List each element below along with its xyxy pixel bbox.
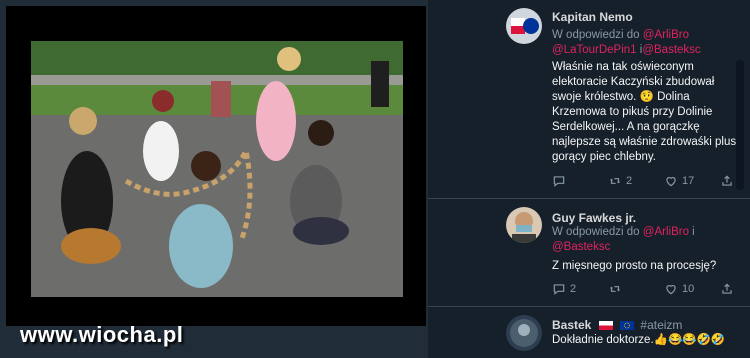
retweet-count: 2 [626, 175, 633, 187]
emoji-reaction: 👍😂😂🤣🤣 [653, 334, 726, 346]
avatar[interactable] [506, 8, 542, 44]
tweet-text: Dokładnie doktorze.👍😂😂🤣🤣 [552, 334, 726, 346]
retweet-icon [609, 286, 621, 292]
reply-button[interactable]: 2 [552, 282, 576, 296]
like-button[interactable]: 10 [664, 282, 694, 296]
divider [428, 306, 750, 307]
like-count: 17 [682, 175, 695, 187]
mention-link[interactable]: @LaTourDePin1 [552, 44, 637, 56]
retweet-button[interactable] [608, 282, 622, 296]
reply-count: 2 [570, 283, 577, 295]
scrollbar[interactable] [736, 60, 744, 190]
mention-link[interactable]: @Basteksc [642, 44, 700, 56]
share-icon [722, 283, 732, 294]
reply-context: W odpowiedzi do @ArliBro i @Basteksc [552, 226, 695, 253]
flag-eu-icon [620, 321, 635, 330]
author-name[interactable]: Bastek [552, 318, 591, 332]
photo-frame [6, 6, 426, 326]
like-icon [666, 177, 676, 187]
author-line: Bastek #ateizm [552, 318, 682, 332]
retweet-icon [609, 178, 621, 184]
mention-link[interactable]: @ArliBro [643, 29, 689, 41]
reply-icon [553, 284, 565, 295]
tweet-actions: 2 10 [552, 282, 742, 300]
author-name[interactable]: Kapitan Nemo [552, 10, 633, 24]
share-icon [722, 175, 732, 186]
reply-context: W odpowiedzi do @ArliBro @LaTourDePin1 i… [552, 29, 701, 56]
mention-link[interactable]: @Basteksc [552, 241, 610, 253]
tweet-thread: Kapitan Nemo W odpowiedzi do @ArliBro @L… [428, 0, 750, 358]
retweet-button[interactable]: 2 [608, 174, 632, 188]
author-name[interactable]: Guy Fawkes jr. [552, 211, 636, 225]
site-watermark: www.wiocha.pl [20, 322, 184, 347]
tweet-text: Z mięsnego prosto na procesję? [552, 260, 717, 272]
like-count: 10 [682, 283, 695, 295]
hashtag[interactable]: #ateizm [640, 318, 682, 332]
photo-panel: www.wiocha.pl [0, 0, 428, 358]
like-button[interactable]: 17 [664, 174, 694, 188]
reply-button[interactable] [552, 174, 566, 188]
reply-icon [553, 176, 565, 187]
tweet-actions: 2 17 [552, 174, 742, 192]
avatar[interactable] [506, 315, 542, 351]
avatar[interactable] [506, 207, 542, 243]
like-icon [666, 285, 676, 295]
tweet-text: Właśnie na tak oświeconym elektoracie Ka… [552, 61, 737, 163]
flag-poland-icon [598, 321, 613, 330]
share-button[interactable] [720, 282, 734, 296]
procession-photo [31, 41, 403, 297]
divider [428, 198, 750, 199]
share-button[interactable] [720, 174, 734, 188]
mention-link[interactable]: @ArliBro [643, 226, 689, 238]
